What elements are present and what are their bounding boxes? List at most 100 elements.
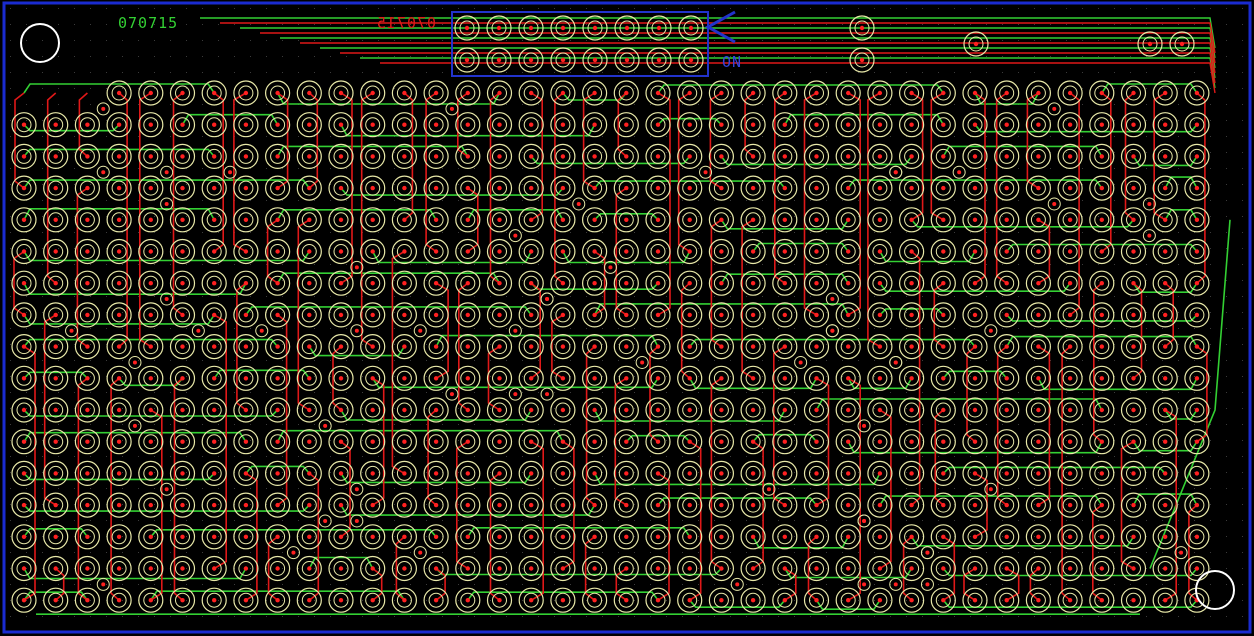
grid-dot <box>346 24 347 25</box>
grid-dot <box>1178 424 1179 425</box>
grid-dot <box>746 392 747 393</box>
grid-dot <box>1178 488 1179 489</box>
grid-dot <box>186 392 187 393</box>
grid-dot <box>26 328 27 329</box>
grid-dot <box>330 488 331 489</box>
grid-dot <box>106 152 107 153</box>
grid-dot <box>650 152 651 153</box>
grid-dot <box>1210 552 1211 553</box>
grid-dot <box>1018 328 1019 329</box>
grid-dot <box>362 24 363 25</box>
grid-dot <box>714 72 715 73</box>
grid-dot <box>810 392 811 393</box>
grid-dot <box>634 216 635 217</box>
grid-dot <box>730 232 731 233</box>
grid-dot <box>394 232 395 233</box>
grid-dot <box>42 200 43 201</box>
grid-dot <box>954 72 955 73</box>
grid-dot <box>1098 456 1099 457</box>
grid-dot <box>826 408 827 409</box>
grid-dot <box>970 360 971 361</box>
grid-dot <box>762 152 763 153</box>
grid-dot <box>1066 488 1067 489</box>
grid-dot <box>346 520 347 521</box>
grid-dot <box>714 296 715 297</box>
grid-dot <box>314 344 315 345</box>
grid-dot <box>698 376 699 377</box>
grid-dot <box>1162 408 1163 409</box>
grid-dot <box>1146 24 1147 25</box>
grid-dot <box>586 184 587 185</box>
grid-dot <box>266 168 267 169</box>
grid-dot <box>42 408 43 409</box>
grid-dot <box>154 616 155 617</box>
grid-dot <box>682 232 683 233</box>
grid-dot <box>1242 104 1243 105</box>
grid-dot <box>346 232 347 233</box>
grid-dot <box>362 552 363 553</box>
grid-dot <box>922 488 923 489</box>
grid-dot <box>874 232 875 233</box>
grid-dot <box>618 520 619 521</box>
grid-dot <box>330 24 331 25</box>
grid-dot <box>602 472 603 473</box>
grid-dot <box>730 328 731 329</box>
grid-dot <box>1034 88 1035 89</box>
grid-dot <box>1194 328 1195 329</box>
grid-dot <box>442 40 443 41</box>
grid-dot <box>938 408 939 409</box>
grid-dot <box>746 200 747 201</box>
grid-dot <box>1034 568 1035 569</box>
grid-dot <box>42 344 43 345</box>
grid-dot <box>1210 584 1211 585</box>
grid-dot <box>58 520 59 521</box>
grid-dot <box>1082 328 1083 329</box>
grid-dot <box>394 184 395 185</box>
grid-dot <box>282 392 283 393</box>
grid-dot <box>778 136 779 137</box>
grid-dot <box>362 376 363 377</box>
grid-dot <box>314 488 315 489</box>
grid-dot <box>1130 536 1131 537</box>
grid-dot <box>218 360 219 361</box>
grid-dot <box>1114 552 1115 553</box>
grid-dot <box>746 168 747 169</box>
grid-dot <box>458 440 459 441</box>
grid-dot <box>1226 424 1227 425</box>
grid-dot <box>250 408 251 409</box>
grid-dot <box>58 584 59 585</box>
grid-dot <box>250 216 251 217</box>
grid-dot <box>1242 440 1243 441</box>
grid-dot <box>1210 504 1211 505</box>
grid-dot <box>1066 552 1067 553</box>
grid-dot <box>26 248 27 249</box>
grid-dot <box>906 376 907 377</box>
grid-dot <box>538 120 539 121</box>
grid-dot <box>970 296 971 297</box>
grid-dot <box>938 232 939 233</box>
grid-dot <box>426 56 427 57</box>
grid-dot <box>1114 616 1115 617</box>
grid-dot <box>858 232 859 233</box>
grid-dot <box>666 248 667 249</box>
grid-dot <box>1066 8 1067 9</box>
grid-dot <box>10 504 11 505</box>
grid-dot <box>506 264 507 265</box>
grid-dot <box>522 8 523 9</box>
grid-dot <box>330 40 331 41</box>
grid-dot <box>1162 600 1163 601</box>
grid-dot <box>282 504 283 505</box>
grid-dot <box>1082 40 1083 41</box>
grid-dot <box>1002 344 1003 345</box>
grid-dot <box>186 552 187 553</box>
grid-dot <box>826 536 827 537</box>
grid-dot <box>554 488 555 489</box>
grid-dot <box>282 552 283 553</box>
grid-dot <box>186 40 187 41</box>
grid-dot <box>618 376 619 377</box>
grid-dot <box>1226 40 1227 41</box>
grid-dot <box>698 296 699 297</box>
grid-dot <box>426 344 427 345</box>
grid-dot <box>250 184 251 185</box>
grid-dot <box>362 472 363 473</box>
